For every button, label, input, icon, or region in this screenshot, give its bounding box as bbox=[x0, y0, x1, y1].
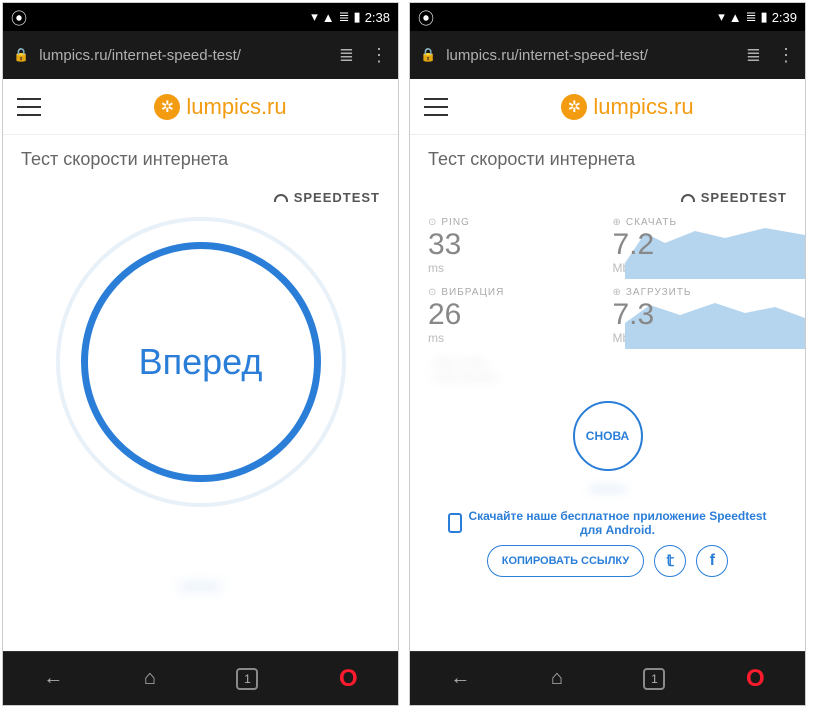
site-logo[interactable]: ✲ lumpics.ru bbox=[464, 94, 791, 120]
hamburger-icon[interactable] bbox=[424, 98, 448, 116]
back-icon[interactable]: ← bbox=[43, 667, 63, 690]
hamburger-icon[interactable] bbox=[17, 98, 41, 116]
blurred-info: ——— bbox=[21, 577, 380, 593]
vibrate-icon: ≣ bbox=[746, 9, 757, 25]
download-cell: ⊕СКАЧАТЬ 7.2 Mbps bbox=[613, 217, 788, 267]
facebook-icon[interactable]: f bbox=[696, 545, 728, 577]
shazam-icon: ⦿ bbox=[11, 5, 27, 29]
opera-icon[interactable]: O bbox=[746, 665, 765, 693]
page-content: Тест скорости интернета SPEEDTEST Вперед… bbox=[3, 135, 398, 651]
menu-dots-icon[interactable]: ⋮ bbox=[370, 45, 388, 66]
speedtest-brand: SPEEDTEST bbox=[21, 190, 380, 205]
home-icon[interactable]: ⌂ bbox=[551, 667, 563, 690]
lock-icon: 🔒 bbox=[13, 47, 29, 63]
wifi-icon: ▾ bbox=[311, 9, 318, 25]
status-bar: ⦿ ▾ ▲ ≣ ▮ 2:38 bbox=[3, 3, 398, 31]
orange-icon: ✲ bbox=[561, 94, 587, 120]
status-bar: ⦿ ▾ ▲ ≣ ▮ 2:39 bbox=[410, 3, 805, 31]
go-button[interactable]: Вперед bbox=[81, 242, 321, 482]
page-title: Тест скорости интернета bbox=[428, 149, 787, 170]
blurred-server-info: —— ———— ——— bbox=[434, 355, 787, 383]
again-button[interactable]: СНОВА bbox=[573, 401, 643, 471]
reader-icon[interactable]: ≣ bbox=[746, 45, 761, 66]
url-text: lumpics.ru/internet-speed-test/ bbox=[39, 47, 329, 64]
ping-icon: ⊙ bbox=[428, 217, 437, 228]
browser-url-bar[interactable]: 🔒 lumpics.ru/internet-speed-test/ ≣ ⋮ bbox=[410, 31, 805, 79]
page-title: Тест скорости интернета bbox=[21, 149, 380, 170]
jitter-icon: ⊙ bbox=[428, 287, 437, 298]
site-header: ✲ lumpics.ru bbox=[3, 79, 398, 135]
twitter-icon[interactable]: 𝕥 bbox=[654, 545, 686, 577]
battery-icon: ▮ bbox=[354, 9, 361, 25]
site-logo[interactable]: ✲ lumpics.ru bbox=[57, 94, 384, 120]
download-icon: ⊕ bbox=[613, 217, 622, 228]
phone-icon bbox=[448, 513, 462, 533]
logo-text: lumpics.ru bbox=[186, 94, 286, 120]
wifi-icon: ▾ bbox=[718, 9, 725, 25]
clock-text: 2:39 bbox=[772, 10, 797, 25]
home-icon[interactable]: ⌂ bbox=[144, 667, 156, 690]
browser-bottom-bar: ← ⌂ 1 O bbox=[410, 651, 805, 705]
speedtest-brand: SPEEDTEST bbox=[428, 190, 787, 205]
results-grid: ⊙PING 33 ms ⊕СКАЧАТЬ 7.2 Mbps ⊙ВИБРАЦИЯ … bbox=[428, 217, 787, 345]
lock-icon: 🔒 bbox=[420, 47, 436, 63]
phone-right: ⦿ ▾ ▲ ≣ ▮ 2:39 🔒 lumpics.ru/internet-spe… bbox=[409, 2, 806, 706]
site-header: ✲ lumpics.ru bbox=[410, 79, 805, 135]
reader-icon[interactable]: ≣ bbox=[339, 45, 354, 66]
gauge-icon bbox=[274, 194, 288, 202]
browser-bottom-bar: ← ⌂ 1 O bbox=[3, 651, 398, 705]
signal-icon: ▲ bbox=[322, 10, 335, 25]
menu-dots-icon[interactable]: ⋮ bbox=[777, 45, 795, 66]
back-icon[interactable]: ← bbox=[450, 667, 470, 690]
opera-icon[interactable]: O bbox=[339, 665, 358, 693]
share-row: КОПИРОВАТЬ ССЫЛКУ 𝕥 f bbox=[428, 545, 787, 577]
ping-cell: ⊙PING 33 ms bbox=[428, 217, 603, 275]
logo-text: lumpics.ru bbox=[593, 94, 693, 120]
battery-icon: ▮ bbox=[761, 9, 768, 25]
copy-link-button[interactable]: КОПИРОВАТЬ ССЫЛКУ bbox=[487, 545, 645, 577]
upload-icon: ⊕ bbox=[613, 287, 622, 298]
go-ring-outer: Вперед bbox=[56, 217, 346, 507]
jitter-cell: ⊙ВИБРАЦИЯ 26 ms bbox=[428, 287, 603, 345]
shazam-icon: ⦿ bbox=[418, 5, 434, 29]
phone-left: ⦿ ▾ ▲ ≣ ▮ 2:38 🔒 lumpics.ru/internet-spe… bbox=[2, 2, 399, 706]
upload-cell: ⊕ЗАГРУЗИТЬ 7.3 Mbps bbox=[613, 287, 788, 337]
gauge-icon bbox=[681, 194, 695, 202]
signal-icon: ▲ bbox=[729, 10, 742, 25]
app-promo[interactable]: Скачайте наше бесплатное приложение Spee… bbox=[428, 509, 787, 537]
clock-text: 2:38 bbox=[365, 10, 390, 25]
orange-icon: ✲ bbox=[154, 94, 180, 120]
vibrate-icon: ≣ bbox=[339, 9, 350, 25]
blurred-link: ——— bbox=[428, 481, 787, 495]
browser-url-bar[interactable]: 🔒 lumpics.ru/internet-speed-test/ ≣ ⋮ bbox=[3, 31, 398, 79]
page-content: Тест скорости интернета SPEEDTEST ⊙PING … bbox=[410, 135, 805, 651]
tabs-icon[interactable]: 1 bbox=[236, 668, 258, 690]
url-text: lumpics.ru/internet-speed-test/ bbox=[446, 47, 736, 64]
tabs-icon[interactable]: 1 bbox=[643, 668, 665, 690]
